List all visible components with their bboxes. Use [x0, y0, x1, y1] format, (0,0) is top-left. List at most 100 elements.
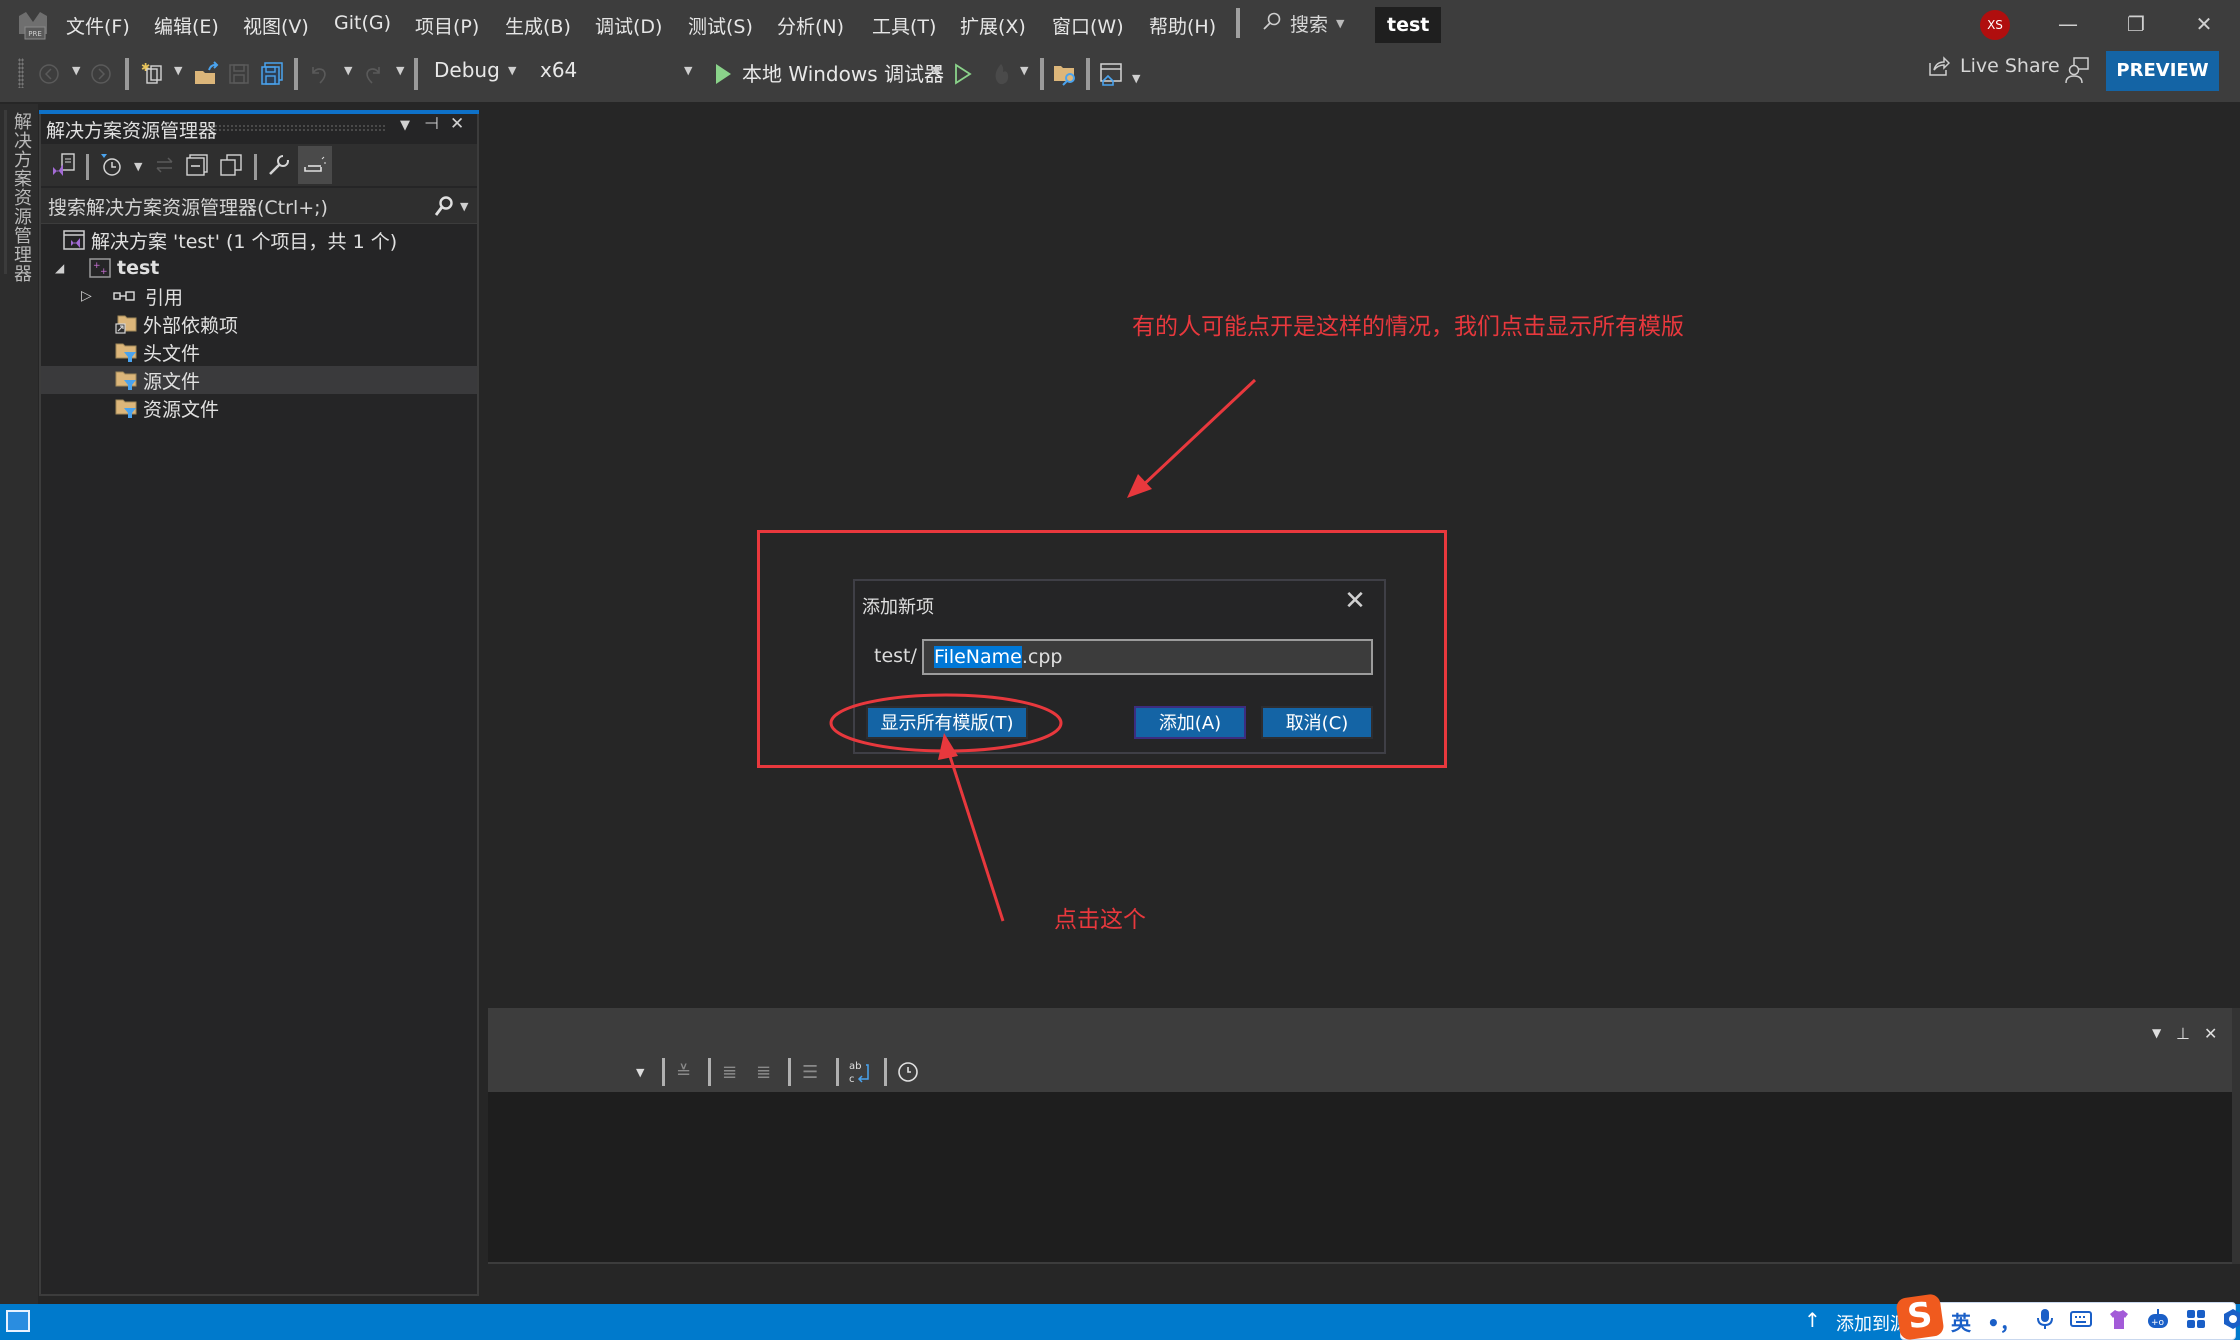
account-avatar[interactable]: XS	[1980, 10, 2010, 40]
menu-analyze[interactable]: 分析(N)	[777, 12, 844, 39]
navigate-back-button[interactable]	[36, 56, 62, 92]
show-timestamps-button[interactable]	[896, 1058, 920, 1086]
new-project-button[interactable]: ✱	[138, 56, 166, 92]
menu-extensions[interactable]: 扩展(X)	[960, 12, 1026, 39]
debugger-dropdown-caret[interactable]: ▼	[932, 64, 940, 77]
tree-item-references[interactable]: ▷ 引用	[41, 282, 477, 310]
toolbox-grid-icon[interactable]	[2186, 1309, 2206, 1334]
menu-window[interactable]: 窗口(W)	[1052, 12, 1124, 39]
microphone-icon[interactable]	[2036, 1308, 2054, 1335]
tree-item-solution[interactable]: 解决方案 'test' (1 个项目，共 1 个)	[41, 226, 477, 254]
close-panel-button[interactable]: ✕	[450, 114, 464, 134]
toolbar-overflow-icon[interactable]: ▼	[1132, 72, 1140, 85]
ime-punctuation-toggle[interactable]: •，	[1987, 1307, 2020, 1336]
menu-project[interactable]: 项目(P)	[415, 12, 479, 39]
panel-options-dropdown[interactable]: ▼	[2152, 1026, 2161, 1040]
menu-debug[interactable]: 调试(D)	[595, 12, 662, 39]
web-home-button[interactable]	[1098, 56, 1124, 92]
new-project-dropdown-caret[interactable]: ▼	[174, 64, 182, 77]
properties-button[interactable]	[266, 150, 292, 180]
output-panel-scrollbar[interactable]	[2232, 1008, 2240, 1264]
menu-view[interactable]: 视图(V)	[243, 12, 309, 39]
close-panel-button[interactable]: ✕	[2204, 1024, 2217, 1043]
tree-item-project-test[interactable]: ◢ + + test	[41, 254, 477, 282]
filename-input[interactable]: FileName .cpp	[922, 639, 1373, 675]
tree-item-header-files[interactable]: 头文件	[41, 338, 477, 366]
platform-select[interactable]: x64	[540, 58, 577, 82]
previous-message-icon: ≣	[722, 1061, 738, 1083]
robot-assistant-icon[interactable]: +o	[2146, 1308, 2170, 1335]
tree-item-external-dependencies[interactable]: 外部依赖项	[41, 310, 477, 338]
menu-edit[interactable]: 编辑(E)	[154, 12, 219, 39]
keyboard-icon[interactable]	[2069, 1309, 2092, 1333]
menu-file[interactable]: 文件(F)	[66, 12, 130, 39]
search-options-button[interactable]	[432, 194, 456, 218]
menu-test[interactable]: 测试(S)	[688, 12, 753, 39]
live-share-button[interactable]: Live Share	[1928, 55, 2060, 77]
ime-settings-icon[interactable]	[2222, 1308, 2240, 1335]
switch-views-button[interactable]	[50, 150, 78, 180]
cancel-button[interactable]: 取消(C)	[1261, 706, 1373, 739]
tree-item-source-files[interactable]: 源文件	[41, 366, 477, 394]
show-all-files-button[interactable]	[218, 150, 244, 180]
redo-dropdown-caret[interactable]: ▼	[396, 64, 404, 77]
minimize-button[interactable]: —	[2048, 6, 2088, 42]
collapse-all-button[interactable]	[184, 150, 210, 180]
pin-panel-button[interactable]: ⊣	[424, 114, 439, 134]
tree-item-resource-files[interactable]: 资源文件	[41, 394, 477, 422]
toggle-word-wrap-button[interactable]: ab c	[848, 1058, 872, 1086]
hot-reload-button[interactable]	[988, 56, 1014, 92]
save-all-button[interactable]	[258, 56, 286, 92]
configuration-dropdown-caret[interactable]: ▼	[508, 64, 516, 77]
back-dropdown-caret[interactable]: ▼	[72, 64, 80, 77]
debugger-target[interactable]: 本地 Windows 调试器	[742, 58, 944, 87]
feedback-button[interactable]	[2064, 56, 2092, 86]
sync-active-document-button[interactable]	[152, 150, 178, 180]
clear-all-button[interactable]: ☰	[802, 1058, 818, 1086]
show-all-templates-button[interactable]: 显示所有模版(T)	[866, 706, 1028, 739]
search-button[interactable]: 搜索 ▼	[1262, 10, 1344, 37]
sogou-ime-logo[interactable]: S	[1895, 1293, 1945, 1340]
output-source-dropdown-caret[interactable]: ▼	[636, 1058, 644, 1086]
expanded-triangle-icon[interactable]: ◢	[55, 261, 75, 275]
search-options-dropdown-caret[interactable]: ▼	[460, 200, 468, 213]
panel-options-dropdown[interactable]: ▼	[400, 118, 410, 133]
preview-selected-items-button[interactable]	[298, 146, 332, 184]
find-message-button[interactable]: ≚	[676, 1058, 691, 1086]
start-without-debugging-button[interactable]	[952, 56, 974, 92]
pin-panel-button[interactable]: ⊥	[2176, 1024, 2190, 1043]
previous-message-button[interactable]: ≣	[722, 1058, 737, 1086]
collapsed-triangle-icon[interactable]: ▷	[81, 288, 101, 304]
menu-tools[interactable]: 工具(T)	[872, 12, 936, 39]
menu-help[interactable]: 帮助(H)	[1149, 12, 1216, 39]
notifications-icon[interactable]	[6, 1310, 30, 1332]
ime-language-toggle[interactable]: 英	[1951, 1307, 1971, 1336]
toolbar-grip[interactable]	[18, 58, 24, 88]
undo-button[interactable]	[306, 56, 332, 92]
add-button[interactable]: 添加(A)	[1134, 706, 1246, 739]
menu-git[interactable]: Git(G)	[334, 12, 391, 34]
filename-selected-text: FileName	[934, 646, 1022, 668]
find-in-files-button[interactable]	[1052, 56, 1078, 92]
dialog-close-button[interactable]: ✕	[1340, 586, 1370, 616]
next-message-button[interactable]: ≣	[756, 1058, 771, 1086]
restore-button[interactable]: ❐	[2116, 6, 2156, 42]
hot-reload-dropdown-caret[interactable]: ▼	[1020, 64, 1028, 77]
start-debugging-button[interactable]	[712, 56, 734, 92]
close-window-button[interactable]: ✕	[2184, 6, 2224, 42]
save-button[interactable]	[226, 56, 252, 92]
filter-dropdown-caret[interactable]: ▼	[134, 160, 142, 173]
redo-button[interactable]	[360, 56, 386, 92]
open-file-button[interactable]	[192, 56, 220, 92]
solution-explorer-search-input[interactable]: 搜索解决方案资源管理器(Ctrl+;)	[48, 193, 328, 220]
menu-build[interactable]: 生成(B)	[505, 12, 571, 39]
panel-drag-grip[interactable]	[210, 124, 385, 132]
solution-explorer-side-tab[interactable]: 解决方案资源管理器	[11, 112, 34, 283]
skin-shirt-icon[interactable]	[2108, 1308, 2130, 1335]
navigate-forward-button[interactable]	[88, 56, 114, 92]
configuration-select[interactable]: Debug	[434, 58, 500, 82]
preview-badge-button[interactable]: PREVIEW	[2106, 51, 2219, 91]
undo-dropdown-caret[interactable]: ▼	[344, 64, 352, 77]
platform-dropdown-caret[interactable]: ▼	[684, 64, 692, 77]
pending-changes-filter-button[interactable]	[98, 150, 126, 180]
